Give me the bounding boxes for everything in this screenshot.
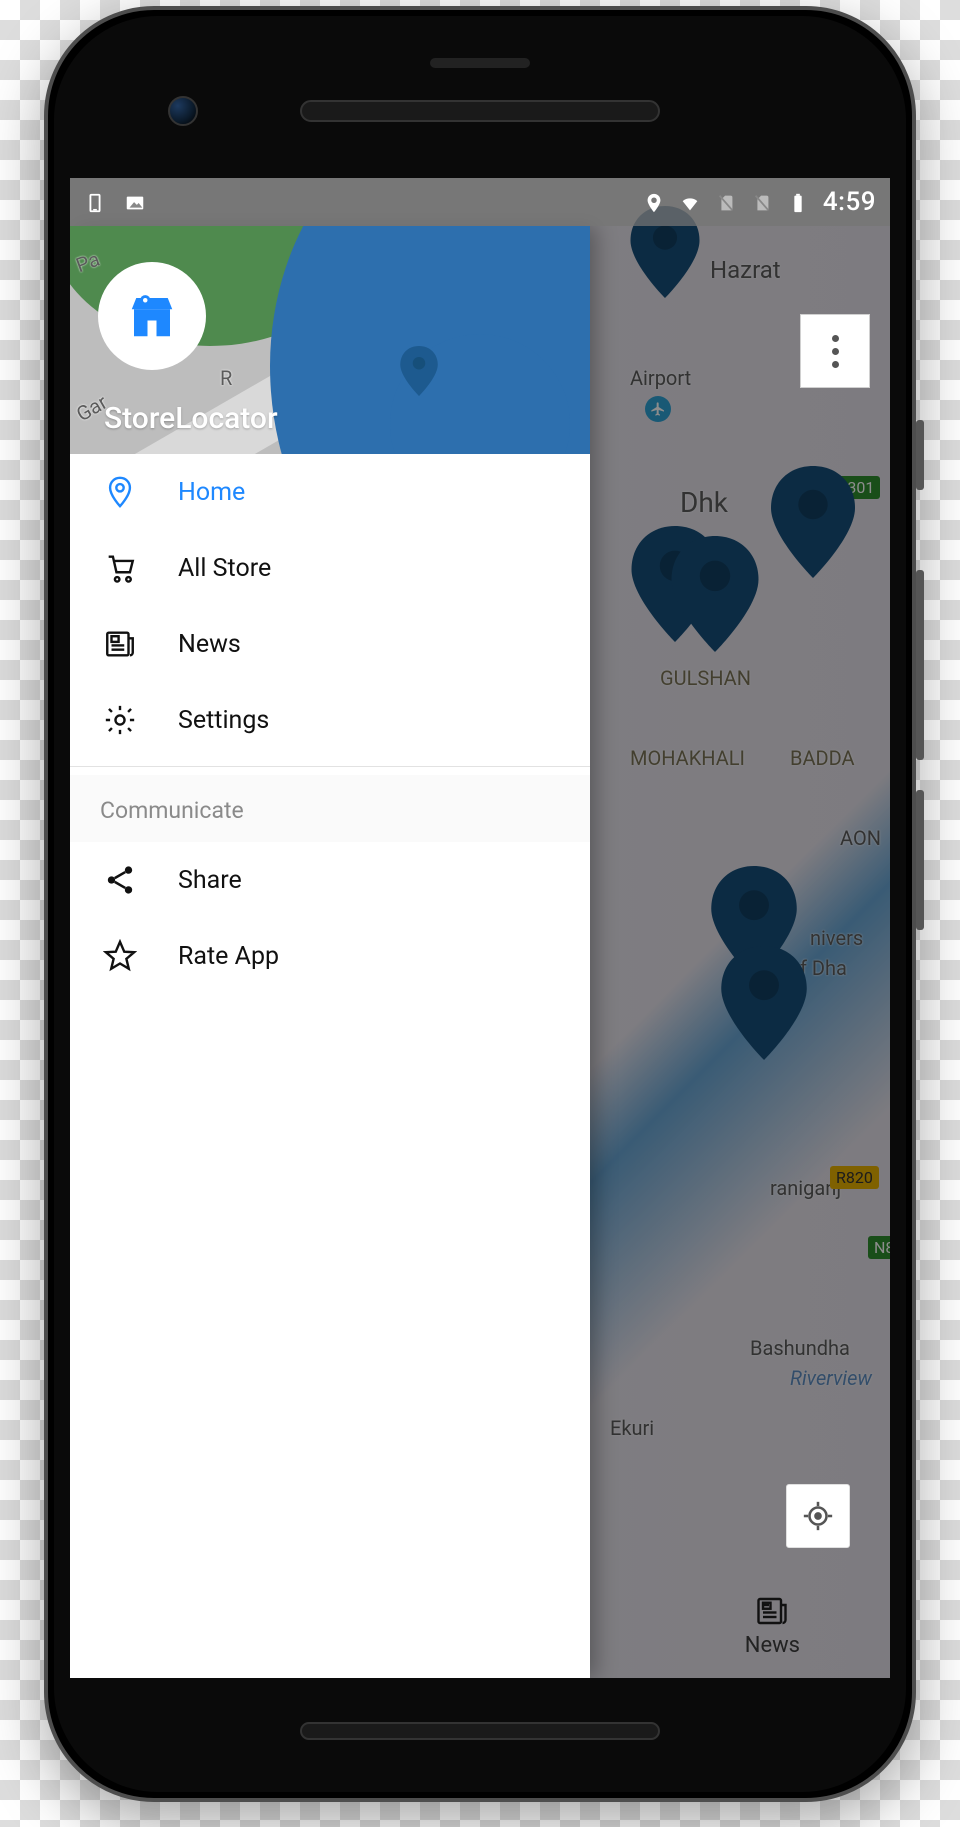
bottom-nav-news-label: News [745,1633,800,1658]
map-label-r: R [220,366,232,390]
speaker-bottom [300,1722,660,1740]
app-logo [98,262,206,370]
drawer-menu: Home All Store News [70,454,590,994]
crosshair-icon [801,1499,835,1533]
side-button-volume-up [916,570,924,760]
battery-icon [787,191,809,213]
portrait-lock-icon [84,191,106,213]
drawer-item-label: News [178,630,241,659]
app-title: StoreLocator [104,401,278,436]
drawer-item-news[interactable]: News [70,606,590,682]
my-location-button[interactable] [786,1484,850,1548]
location-icon [643,191,665,213]
store-logo-icon [125,289,179,343]
screen: 4:59 Hazrat Airport Dhk GULSHAN MOHAKHAL… [70,178,890,1678]
header-map-pin-icon [400,346,438,396]
side-button-volume-down [916,790,924,930]
share-icon [100,860,140,900]
status-bar: 4:59 [70,178,890,226]
no-sim-icon-2 [751,191,773,213]
gear-icon [100,700,140,740]
star-icon [100,936,140,976]
phone-frame: 4:59 Hazrat Airport Dhk GULSHAN MOHAKHAL… [44,6,916,1802]
bottom-nav-news[interactable]: News [745,1593,800,1658]
cart-icon [100,548,140,588]
drawer-item-label: Home [178,478,245,507]
location-pin-icon [100,472,140,512]
status-time: 4:59 [823,187,876,217]
drawer-item-settings[interactable]: Settings [70,682,590,758]
navigation-drawer: Pa Gar R StoreLocator [70,226,590,1678]
more-options-button[interactable] [800,314,870,388]
drawer-item-label: All Store [178,554,271,583]
newspaper-icon [754,1593,790,1629]
side-button-power [916,420,924,490]
no-sim-icon-1 [715,191,737,213]
drawer-header: Pa Gar R StoreLocator [70,226,590,454]
drawer-item-share[interactable]: Share [70,842,590,918]
wifi-icon [679,191,701,213]
drawer-section-communicate: Communicate [70,775,590,842]
drawer-item-label: Rate App [178,942,279,971]
drawer-item-all-store[interactable]: All Store [70,530,590,606]
speaker-top [300,100,660,122]
drawer-item-label: Share [178,866,242,895]
drawer-divider [70,766,590,767]
drawer-item-home[interactable]: Home [70,454,590,530]
newspaper-icon [100,624,140,664]
drawer-item-rate-app[interactable]: Rate App [70,918,590,994]
drawer-item-label: Settings [178,706,269,735]
status-right: 4:59 [643,187,876,217]
image-icon [124,191,146,213]
more-vert-icon [832,335,839,368]
sensor [430,58,530,68]
front-camera [168,96,198,126]
status-left [84,191,146,213]
